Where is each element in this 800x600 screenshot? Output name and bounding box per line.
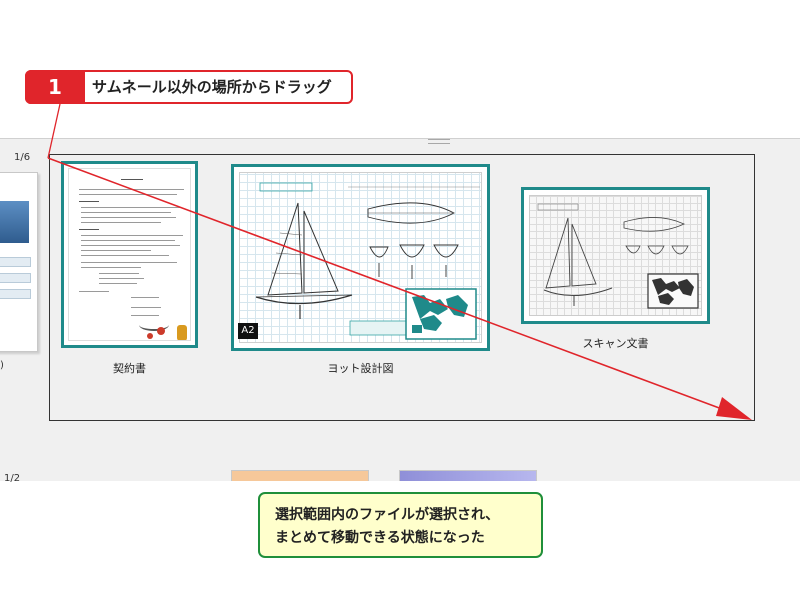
- splitter-handle[interactable]: [428, 139, 450, 144]
- paper-size-badge: A2: [238, 323, 258, 339]
- caption-scanned-doc: スキャン文書: [582, 337, 649, 350]
- thumbnail-partial-lavender[interactable]: [399, 470, 537, 481]
- thumbnail-partial-peach[interactable]: [231, 470, 369, 481]
- caption-contract: 契約書: [113, 362, 146, 375]
- caption-yacht-design: ヨット設計図: [327, 362, 394, 375]
- result-line-1: 選択範囲内のファイルが選択され、: [275, 507, 500, 523]
- thumbnail-yacht-design[interactable]: [231, 164, 490, 351]
- group-counter-2: 1/2: [4, 473, 21, 484]
- group-counter: 1/6: [14, 152, 31, 163]
- result-callout: 選択範囲内のファイルが選択され、 まとめて移動できる状態になった: [258, 492, 543, 558]
- thumbnail-contract[interactable]: [61, 161, 198, 348]
- step-number-badge: 1: [25, 70, 85, 104]
- step-instruction: サムネール以外の場所からドラッグ: [92, 78, 332, 96]
- left-caption-fragment: ): [0, 360, 4, 371]
- yacht-page-preview: [239, 172, 482, 343]
- thumbnail-partial-left[interactable]: [0, 172, 38, 352]
- thumbnail-scanned-doc[interactable]: [521, 187, 710, 324]
- result-line-2: まとめて移動できる状態になった: [275, 530, 485, 546]
- scan-page-preview: [529, 195, 702, 316]
- contract-page-preview: [68, 168, 191, 341]
